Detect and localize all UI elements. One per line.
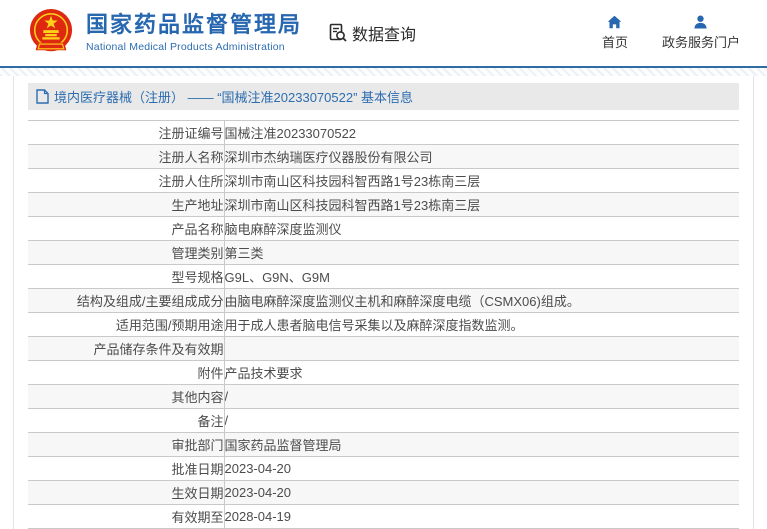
field-label: 生产地址 [28, 192, 225, 217]
document-icon [36, 89, 49, 104]
field-value: G9L、G9N、G9M [224, 264, 739, 289]
document-search-icon [329, 23, 347, 42]
table-row: 审批部门 国家药品监督管理局 [28, 432, 739, 457]
table-row: 批准日期 2023-04-20 [28, 456, 739, 481]
content-panel: 境内医疗器械（注册） —— “国械注准20233070522” 基本信息 注册证… [13, 76, 754, 529]
table-row: 注册人住所 深圳市南山区科技园科智西路1号23栋南三层 [28, 168, 739, 193]
field-label: 注册证编号 [28, 120, 225, 145]
field-label: 适用范围/预期用途 [28, 312, 225, 337]
field-label: 其他内容 [28, 384, 225, 409]
breadcrumb: 境内医疗器械（注册） —— “国械注准20233070522” 基本信息 [28, 83, 739, 110]
registration-info-table: 注册证编号 国械注准20233070522 注册人名称 深圳市杰纳瑞医疗仪器股份有限… [28, 120, 739, 529]
table-row: 适用范围/预期用途 用于成人患者脑电信号采集以及麻醉深度指数监测。 [28, 312, 739, 337]
field-label: 审批部门 [28, 432, 225, 457]
user-icon [694, 15, 708, 29]
field-value: 深圳市南山区科技园科智西路1号23栋南三层 [224, 168, 739, 193]
table-row: 注册证编号 国械注准20233070522 [28, 120, 739, 145]
field-value: 产品技术要求 [224, 360, 739, 385]
field-label: 附件 [28, 360, 225, 385]
national-emblem-logo [29, 9, 73, 52]
site-header: 国家药品监督管理局 National Medical Products Admi… [0, 0, 767, 68]
table-row: 生效日期 2023-04-20 [28, 480, 739, 505]
site-title: 国家药品监督管理局 [86, 12, 303, 38]
nav-data-query[interactable]: 数据查询 [328, 21, 416, 45]
table-row: 有效期至 2028-04-19 [28, 504, 739, 529]
field-value: 用于成人患者脑电信号采集以及麻醉深度指数监测。 [224, 312, 739, 337]
nav-home[interactable]: 首页 [602, 15, 628, 51]
table-row: 生产地址 深圳市南山区科技园科智西路1号23栋南三层 [28, 192, 739, 217]
field-label: 批准日期 [28, 456, 225, 481]
field-label: 备注 [28, 408, 225, 433]
field-value: 2023-04-20 [224, 456, 739, 481]
home-icon [608, 15, 622, 29]
table-row: 产品储存条件及有效期 [28, 336, 739, 361]
field-value: / [224, 408, 739, 433]
table-row: 产品名称 脑电麻醉深度监测仪 [28, 216, 739, 241]
field-label: 管理类别 [28, 240, 225, 265]
field-label: 注册人名称 [28, 144, 225, 169]
table-row: 结构及组成/主要组成成分 由脑电麻醉深度监测仪主机和麻醉深度电缆（CSMX06)组… [28, 288, 739, 313]
table-row: 注册人名称 深圳市杰纳瑞医疗仪器股份有限公司 [28, 144, 739, 169]
field-value: 2028-04-19 [224, 504, 739, 529]
table-row: 附件 产品技术要求 [28, 360, 739, 385]
field-value: 国家药品监督管理局 [224, 432, 739, 457]
field-label: 结构及组成/主要组成成分 [28, 288, 225, 313]
nav-portal[interactable]: 政务服务门户 [662, 15, 740, 51]
field-value: 2023-04-20 [224, 480, 739, 505]
field-value: 深圳市杰纳瑞医疗仪器股份有限公司 [224, 144, 739, 169]
field-label: 型号规格 [28, 264, 225, 289]
breadcrumb-text: 境内医疗器械（注册） —— “国械注准20233070522” 基本信息 [54, 90, 414, 105]
table-row: 备注 / [28, 408, 739, 433]
nav-home-label: 首页 [601, 35, 628, 50]
field-value: / [224, 384, 739, 409]
nav-data-query-label: 数据查询 [352, 27, 417, 44]
field-value: 第三类 [224, 240, 739, 265]
table-row: 管理类别 第三类 [28, 240, 739, 265]
field-value: 深圳市南山区科技园科智西路1号23栋南三层 [224, 192, 739, 217]
brand-block: 国家药品监督管理局 National Medical Products Admi… [86, 12, 303, 53]
field-label: 产品储存条件及有效期 [28, 336, 225, 361]
field-label: 生效日期 [28, 480, 225, 505]
table-row: 型号规格 G9L、G9N、G9M [28, 264, 739, 289]
table-row: 其他内容 / [28, 384, 739, 409]
field-label: 注册人住所 [28, 168, 225, 193]
field-label: 产品名称 [28, 216, 225, 241]
field-value: 由脑电麻醉深度监测仪主机和麻醉深度电缆（CSMX06)组成。 [224, 288, 739, 313]
site-subtitle: National Medical Products Administration [86, 40, 285, 53]
field-value [224, 336, 739, 361]
field-value: 脑电麻醉深度监测仪 [224, 216, 739, 241]
header-nav: 首页 政务服务门户 [602, 15, 740, 51]
nav-portal-label: 政务服务门户 [661, 35, 740, 50]
field-label: 有效期至 [28, 504, 225, 529]
field-value: 国械注准20233070522 [224, 120, 739, 145]
decorative-striped-band [0, 68, 767, 76]
